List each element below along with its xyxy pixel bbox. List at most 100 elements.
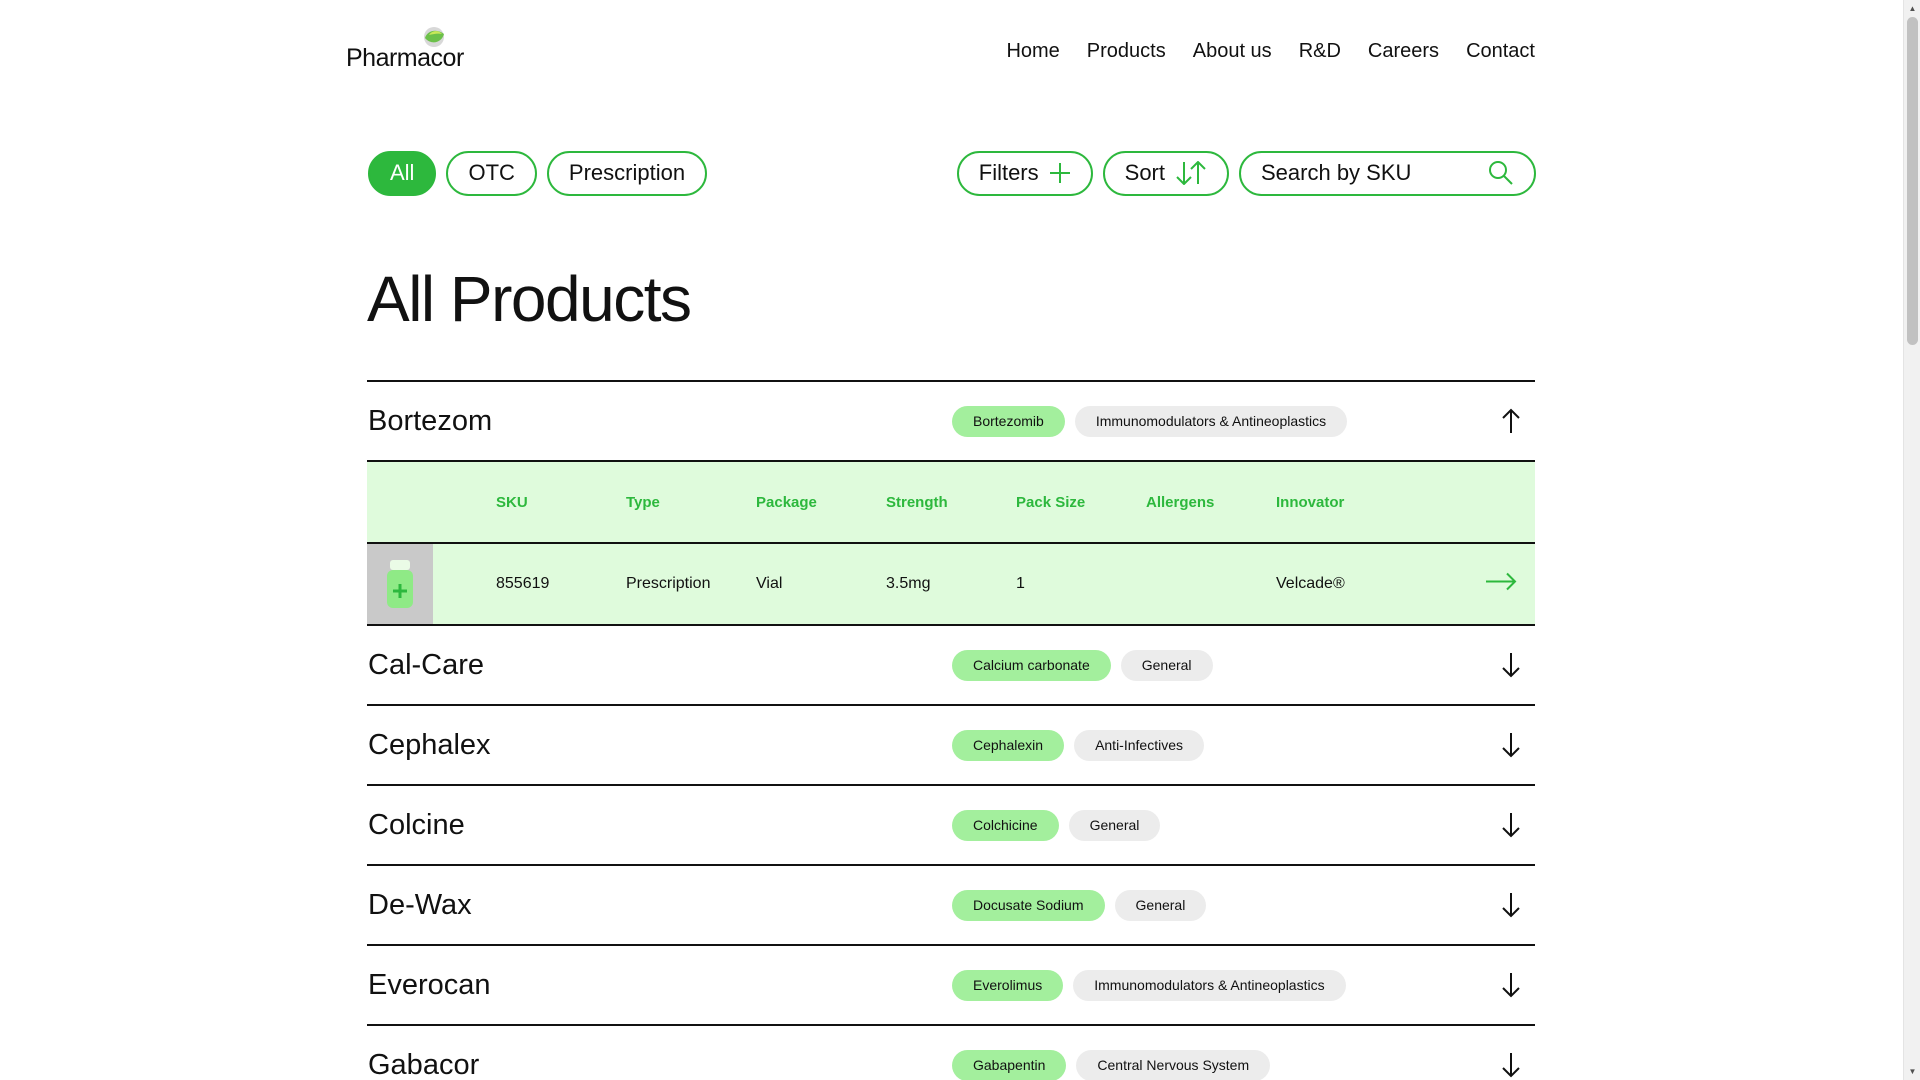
category-filters: All OTC Prescription [368,150,708,196]
plus-icon [1049,163,1070,183]
product-row[interactable]: De-Wax Docusate Sodium General [367,866,1535,944]
main-nav: Home Products About us R&D Careers Conta… [1006,40,1535,63]
ingredient-tag: Gabapentin [952,1049,1067,1080]
category-tag: General [1120,649,1213,681]
product-name: Bortezom [368,404,493,437]
nav-home[interactable]: Home [1006,40,1059,63]
expand-arrow-icon[interactable] [1499,731,1523,759]
sku-table-header: SKU Type Package Strength Pack Size Alle… [367,462,1535,544]
ingredient-tag: Colchicine [952,809,1059,841]
sku-row[interactable]: 855619 Prescription Vial 3.5mg 1 Velcade… [367,544,1535,624]
list-tools: Filters Sort Search by SKU [956,150,1536,196]
col-allergens: Allergens [1146,493,1215,511]
product-name: Gabacor [368,1048,480,1080]
expand-arrow-icon[interactable] [1499,651,1523,679]
product-row[interactable]: Colcine Colchicine General [367,786,1535,864]
product-name: Colcine [368,808,465,841]
expand-arrow-icon[interactable] [1499,1051,1523,1079]
product-row[interactable]: Bortezom Bortezomib Immunomodulators & A… [367,382,1535,460]
product-tags: Colchicine General [952,786,1161,864]
product-item: Gabacor Gabapentin Central Nervous Syste… [367,1024,1535,1080]
product-row[interactable]: Cal-Care Calcium carbonate General [367,626,1535,704]
scroll-up-icon[interactable]: ▲ [1904,0,1920,17]
filter-all-button[interactable]: All [368,150,437,196]
page: Pharmacor Home Products About us R&D Car… [0,0,1903,1080]
nav-careers[interactable]: Careers [1368,40,1439,63]
category-tag: Central Nervous System [1076,1049,1271,1080]
product-row[interactable]: Cephalex Cephalexin Anti-Infectives [367,706,1535,784]
product-details: SKU Type Package Strength Pack Size Alle… [367,460,1535,624]
product-tags: Bortezomib Immunomodulators & Antineopla… [952,382,1348,460]
filter-otc-button[interactable]: OTC [446,150,537,196]
filter-bar: All OTC Prescription Filters Sort Search… [368,150,1536,196]
nav-rnd[interactable]: R&D [1299,40,1341,63]
page-title: All Products [367,263,692,335]
category-tag: Immunomodulators & Antineoplastics [1074,405,1348,437]
brand-logo[interactable]: Pharmacor [346,26,464,71]
filter-prescription-button[interactable]: Prescription [546,150,708,196]
category-tag: General [1114,889,1207,921]
site-header: Pharmacor Home Products About us R&D Car… [346,26,1535,76]
product-name: Cephalex [368,728,491,761]
product-item: Cal-Care Calcium carbonate General [367,624,1535,704]
pack-size-value: 1 [1016,575,1025,592]
col-type: Type [626,493,660,511]
product-item: Everocan Everolimus Immunomodulators & A… [367,944,1535,1024]
ingredient-tag: Docusate Sodium [952,889,1105,921]
logo-mark-icon [424,27,444,47]
scroll-down-icon[interactable]: ▼ [1904,1063,1920,1080]
type-value: Prescription [626,575,711,592]
expand-arrow-icon[interactable] [1499,811,1523,839]
product-item: Colcine Colchicine General [367,784,1535,864]
category-tag: General [1068,809,1161,841]
col-strength: Strength [886,493,948,511]
sku-value: 855619 [496,575,550,592]
collapse-arrow-icon[interactable] [1499,407,1523,435]
col-sku: SKU [496,493,528,511]
product-item: Bortezom Bortezomib Immunomodulators & A… [367,380,1535,624]
col-package: Package [756,493,817,511]
product-item: De-Wax Docusate Sodium General [367,864,1535,944]
product-tags: Cephalexin Anti-Infectives [952,706,1204,784]
expand-arrow-icon[interactable] [1499,971,1523,999]
package-value: Vial [756,575,783,592]
medicine-bottle-icon [387,560,413,608]
col-innovator: Innovator [1276,493,1345,511]
search-icon [1489,161,1513,185]
product-tags: Docusate Sodium General [952,866,1207,944]
filters-label: Filters [978,160,1039,185]
nav-about-us[interactable]: About us [1193,40,1272,63]
product-name: De-Wax [368,888,472,921]
product-row[interactable]: Everocan Everolimus Immunomodulators & A… [367,946,1535,1024]
scrollbar-thumb[interactable] [1907,17,1918,345]
product-row[interactable]: Gabacor Gabapentin Central Nervous Syste… [367,1026,1535,1080]
strength-value: 3.5mg [886,575,931,592]
product-list: Bortezom Bortezomib Immunomodulators & A… [367,380,1535,1080]
product-tags: Gabapentin Central Nervous System [952,1026,1271,1080]
category-tag: Immunomodulators & Antineoplastics [1073,969,1346,1001]
expand-arrow-icon[interactable] [1499,891,1523,919]
product-tags: Everolimus Immunomodulators & Antineopla… [952,946,1346,1024]
ingredient-tag: Calcium carbonate [952,649,1111,681]
category-tag: Anti-Infectives [1074,729,1204,761]
product-name: Everocan [368,968,491,1001]
sku-search-input[interactable]: Search by SKU [1239,150,1536,196]
product-thumbnail [367,544,433,624]
sort-label: Sort [1124,160,1165,185]
ingredient-tag: Bortezomib [952,405,1065,437]
ingredient-tag: Cephalexin [952,729,1065,761]
brand-name: Pharmacor [346,44,464,72]
filters-button[interactable]: Filters [956,150,1093,196]
nav-products[interactable]: Products [1087,40,1166,63]
sort-button[interactable]: Sort [1102,150,1229,196]
product-name: Cal-Care [368,648,485,681]
search-placeholder: Search by SKU [1261,160,1412,185]
col-pack-size: Pack Size [1016,493,1086,511]
product-tags: Calcium carbonate General [952,626,1213,704]
arrow-right-icon[interactable] [1485,572,1517,597]
nav-contact[interactable]: Contact [1466,40,1535,63]
sort-arrows-icon [1176,161,1206,185]
vertical-scrollbar[interactable]: ▲ ▼ [1903,0,1920,1080]
product-item: Cephalex Cephalexin Anti-Infectives [367,704,1535,784]
ingredient-tag: Everolimus [952,969,1064,1001]
